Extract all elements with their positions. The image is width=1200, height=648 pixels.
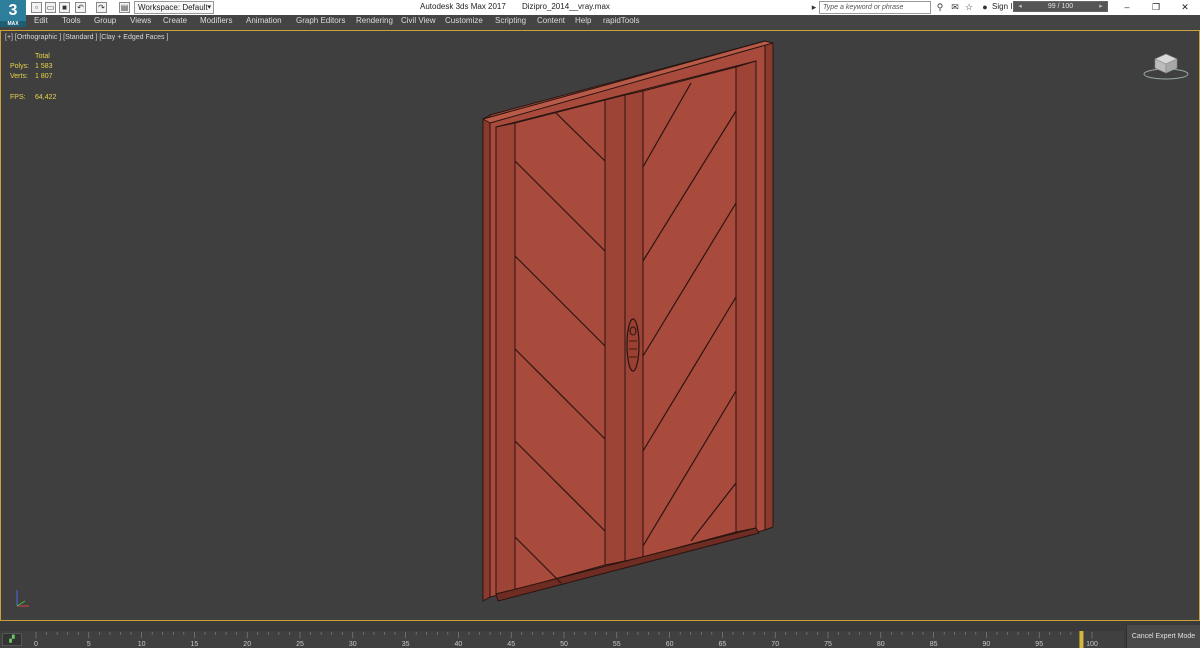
left-panel — [514, 99, 606, 591]
app-logo-sub: MAX — [0, 21, 26, 27]
menu-customize[interactable]: Customize — [445, 16, 483, 25]
timeline-tick-label: 75 — [824, 641, 832, 648]
workspace-label: Workspace: Default — [138, 3, 208, 12]
door-handle — [626, 318, 640, 372]
timeline-tick-label: 40 — [455, 641, 463, 648]
menu-rapidtools[interactable]: rapidTools — [603, 16, 639, 25]
timeline-tick-label: 85 — [930, 641, 938, 648]
file-name: Dizipro_2014__vray.max — [522, 2, 610, 11]
menu-scripting[interactable]: Scripting — [495, 16, 526, 25]
cancel-expert-mode-button[interactable]: Cancel Expert Mode — [1126, 625, 1200, 648]
timeline-tick-label: 0 — [34, 641, 38, 648]
menu-civil-view[interactable]: Civil View — [401, 16, 436, 25]
user-icon[interactable]: ● — [979, 1, 991, 13]
new-file-icon[interactable]: ▫ — [31, 2, 42, 13]
timeline-tick-label: 90 — [983, 641, 991, 648]
restore-button[interactable]: ❐ — [1141, 0, 1171, 15]
open-file-icon[interactable]: ▭ — [45, 2, 56, 13]
right-panel — [642, 66, 737, 558]
timeline-tick-label: 55 — [613, 641, 621, 648]
menu-graph-editors[interactable]: Graph Editors — [296, 16, 345, 25]
perspective-viewport[interactable]: [+] [Orthographic ] [Standard ] [Clay + … — [0, 30, 1200, 621]
timeline-tick-label: 25 — [296, 641, 304, 648]
redo-icon[interactable]: ↷ — [96, 2, 107, 13]
center-stile-left — [604, 94, 626, 566]
menu-views[interactable]: Views — [130, 16, 151, 25]
timeline-tick-label: 20 — [243, 641, 251, 648]
timeline-ruler: 0 5 10 15 20 25 30 35 40 45 50 55 60 65 70 75 80 85 90 95 10… — [34, 631, 1098, 648]
axis-tripod-icon — [16, 590, 29, 607]
timeline-tick-label: 95 — [1035, 641, 1043, 648]
timeline-tick-label: 70 — [771, 641, 779, 648]
viewcube-icon[interactable] — [1143, 49, 1189, 81]
favorites-star-icon[interactable]: ☆ — [963, 1, 975, 13]
close-button[interactable]: ✕ — [1170, 0, 1200, 15]
menu-content[interactable]: Content — [537, 16, 565, 25]
menu-edit[interactable]: Edit — [34, 16, 48, 25]
workspace-dropdown[interactable]: Workspace: Default ▾ — [134, 1, 214, 14]
app-title: Autodesk 3ds Max 2017 — [420, 2, 506, 11]
timeline-tick-label: 100 — [1086, 641, 1098, 648]
timeline-tick-label: 35 — [402, 641, 410, 648]
search-input[interactable]: Type a keyword or phrase — [819, 1, 931, 14]
maxscript-listener-icon[interactable]: ▞ — [2, 633, 22, 646]
menu-create[interactable]: Create — [163, 16, 187, 25]
timeline-tick-label: 15 — [191, 641, 199, 648]
timeline-tick-label: 10 — [138, 641, 146, 648]
timeline-tick-label: 5 — [87, 641, 91, 648]
time-slider-value: 99 / 100 — [1047, 3, 1074, 10]
time-slider-prev-icon[interactable]: ◂ — [1015, 2, 1025, 11]
right-stile — [735, 60, 757, 533]
chevron-down-icon: ▾ — [207, 4, 211, 11]
door-model[interactable] — [1, 31, 1199, 620]
frame-right-depth — [764, 42, 774, 531]
timeline-tick-label: 60 — [666, 641, 674, 648]
project-folder-icon[interactable]: ▤ — [119, 2, 130, 13]
app-logo-text: 3 — [8, 2, 18, 19]
menu-bar: Edit Tools Group Views Create Modifiers … — [0, 15, 1200, 28]
menu-group[interactable]: Group — [94, 16, 116, 25]
menu-modifiers[interactable]: Modifiers — [200, 16, 232, 25]
3dsmax-window: 3 MAX ▫ ▭ ■ ↶ ↷ ▤ Workspace: Default ▾ A… — [0, 0, 1200, 648]
timeline-tick-label: 80 — [877, 641, 885, 648]
menu-tools[interactable]: Tools — [62, 16, 81, 25]
menu-help[interactable]: Help — [575, 16, 591, 25]
minimize-button[interactable]: – — [1112, 0, 1142, 15]
time-slider-next-icon[interactable]: ▸ — [1096, 2, 1106, 11]
save-file-icon[interactable]: ■ — [59, 2, 70, 13]
timeline-tick-label: 30 — [349, 641, 357, 648]
time-slider[interactable]: ◂ 99 / 100 ▸ — [1013, 1, 1108, 12]
timeline-tick-label: 45 — [507, 641, 515, 648]
undo-icon[interactable]: ↶ — [75, 2, 86, 13]
timeline-track[interactable]: 0 5 10 15 20 25 30 35 40 45 50 55 60 65 70 75 80 85 90 95 10… — [0, 631, 1124, 648]
left-stile — [495, 122, 516, 595]
timeline-tick-label: 65 — [719, 641, 727, 648]
menu-animation[interactable]: Animation — [246, 16, 282, 25]
binoculars-icon[interactable]: ⚲ — [934, 1, 946, 13]
timeline-tick-label: 50 — [560, 641, 568, 648]
app-menu-button[interactable]: 3 MAX — [0, 0, 26, 27]
frame-left-depth — [482, 114, 491, 602]
communication-center-icon[interactable]: ✉ — [949, 1, 961, 13]
menu-rendering[interactable]: Rendering — [356, 16, 393, 25]
timeline-current-frame-marker[interactable] — [1079, 631, 1084, 648]
